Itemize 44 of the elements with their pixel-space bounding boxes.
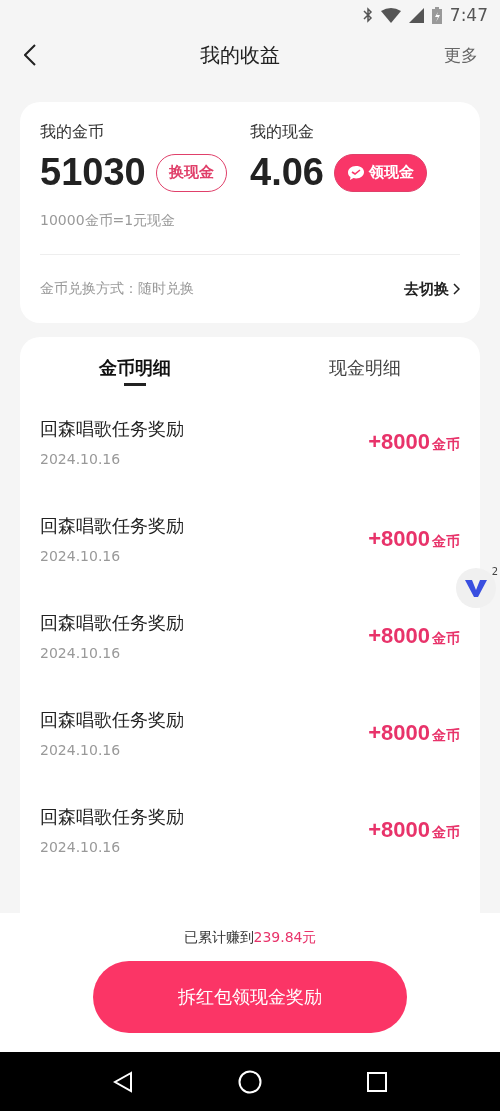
record-title: 回森唱歌任务奖励 bbox=[40, 513, 184, 538]
exchange-mode: 金币兑换方式：随时兑换 bbox=[40, 280, 194, 298]
record-amount: +8000 金币 bbox=[368, 525, 460, 552]
signal-icon bbox=[408, 7, 424, 23]
status-time: 7:47 bbox=[449, 5, 488, 25]
page-title: 我的收益 bbox=[200, 41, 280, 69]
record-amount: +8000 金币 bbox=[368, 719, 460, 746]
home-nav-icon[interactable] bbox=[238, 1069, 262, 1094]
record-title: 回森唱歌任务奖励 bbox=[40, 707, 184, 732]
record-date: 2024.10.16 bbox=[40, 838, 122, 855]
battery-icon bbox=[431, 6, 442, 24]
coins-value: 51030 bbox=[40, 151, 146, 194]
record-date: 2024.10.16 bbox=[40, 741, 122, 758]
record-amount: +8000 金币 bbox=[368, 816, 460, 843]
wifi-icon bbox=[380, 7, 401, 23]
bluetooth-icon bbox=[362, 7, 373, 23]
record-amount: +8000 金币 bbox=[368, 622, 460, 649]
exchange-rate: 10000金币=1元现金 bbox=[40, 212, 460, 255]
back-icon[interactable] bbox=[24, 44, 36, 66]
earned-total: 已累计赚到239.84元 bbox=[183, 929, 317, 947]
claim-cash-button[interactable]: 领现金 bbox=[333, 153, 427, 192]
record-title: 回森唱歌任务奖励 bbox=[40, 416, 184, 441]
more-link[interactable]: 更多 bbox=[444, 43, 478, 67]
floating-widget[interactable]: 2 bbox=[456, 568, 496, 608]
record-title: 回森唱歌任务奖励 bbox=[40, 804, 184, 829]
chat-icon bbox=[346, 164, 365, 181]
recents-nav-icon[interactable] bbox=[367, 1071, 388, 1092]
record-date: 2024.10.16 bbox=[40, 547, 122, 564]
switch-link[interactable]: 去切换 bbox=[404, 279, 460, 299]
record-date: 2024.10.16 bbox=[40, 644, 122, 661]
record-date: 2024.10.16 bbox=[40, 450, 122, 467]
cash-label: 我的现金 bbox=[250, 122, 315, 143]
cash-value: 4.06 bbox=[250, 151, 324, 194]
chevron-icon bbox=[453, 283, 460, 295]
v-logo-icon bbox=[465, 578, 487, 598]
record-title: 回森唱歌任务奖励 bbox=[40, 610, 184, 635]
coins-label: 我的金币 bbox=[40, 122, 105, 143]
tab[interactable]: 现金明细 bbox=[250, 337, 480, 399]
claim-reward-button[interactable]: 拆红包领现金奖励 bbox=[93, 961, 407, 1033]
widget-count: 2 bbox=[491, 566, 498, 577]
record-amount: +8000 金币 bbox=[368, 428, 460, 455]
tab[interactable]: 金币明细 bbox=[20, 337, 250, 399]
back-nav-icon[interactable] bbox=[112, 1070, 133, 1093]
exchange-button[interactable]: 换现金 bbox=[155, 153, 227, 192]
